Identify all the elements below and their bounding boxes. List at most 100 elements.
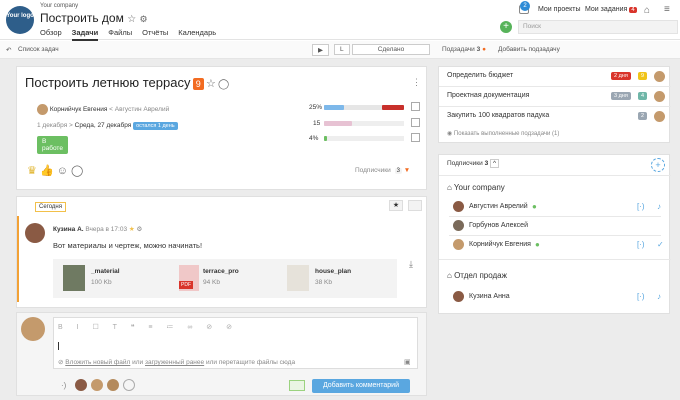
subtasks-label: Подзадачи 3 ● — [442, 46, 487, 53]
bookmark-icon[interactable]: ⌂ — [644, 5, 650, 16]
file-thumbnail[interactable] — [287, 265, 309, 291]
star-icon[interactable]: ★ — [129, 226, 135, 233]
my-tasks-link[interactable]: Мои задания 4 — [585, 6, 637, 13]
back-icon[interactable]: ↶ — [6, 46, 11, 54]
tab-files[interactable]: Файлы — [108, 28, 132, 41]
add-person-icon[interactable] — [123, 379, 135, 391]
edit-icon[interactable] — [411, 133, 420, 142]
play-button[interactable]: ▶ — [312, 44, 329, 56]
budget-bar — [324, 136, 328, 141]
date-separator: Сегодня — [35, 202, 66, 212]
more-icon[interactable]: ⋮ — [412, 77, 421, 88]
hours-label: 15 — [313, 120, 321, 127]
add-button[interactable]: + — [500, 21, 512, 33]
file-thumbnail[interactable] — [63, 265, 85, 291]
progress-track — [324, 105, 404, 110]
tab-overview[interactable]: Обзор — [40, 28, 62, 41]
gallery-icon[interactable]: ▣ — [404, 358, 411, 366]
subscribers-link[interactable]: Подписчики 3 ▼ — [355, 167, 410, 174]
thumbs-up-icon[interactable]: 👍 — [40, 165, 54, 177]
eye-icon: ◉ — [447, 131, 453, 137]
subscribers-header: Подписчики 3 ^ — [447, 159, 500, 168]
remaining-badge: остался 1 день — [133, 122, 178, 130]
assignee-name[interactable]: Корнийчук Евгения — [50, 106, 108, 113]
gear-icon[interactable]: ⚙ — [140, 14, 148, 24]
tab-tasks[interactable]: Задачи — [71, 28, 99, 41]
count-badge: 2 — [638, 112, 648, 120]
subtask-row[interactable]: Закупить 100 квадратов падука 2 — [439, 107, 671, 125]
add-subscriber-icon[interactable]: + — [651, 158, 665, 172]
progress-bar — [324, 105, 344, 110]
avatar — [21, 317, 45, 341]
status-badge[interactable]: В работе — [37, 136, 68, 154]
download-icon[interactable]: ⤓ — [409, 259, 413, 270]
author-name[interactable]: Августин Аврелий — [115, 106, 169, 113]
unread-marker — [17, 216, 19, 302]
calendar-icon[interactable] — [411, 102, 420, 111]
timer-icon[interactable] — [411, 118, 420, 127]
avatar — [25, 223, 45, 243]
subscriber-row[interactable]: Августин Аврелий ● [·) ♪ — [439, 199, 671, 215]
attach-uploaded-link[interactable]: загруженный ранее — [145, 359, 204, 366]
trophy-icon[interactable]: ♛ — [27, 165, 37, 177]
add-subtask-link[interactable]: Добавить подзадачу — [498, 46, 560, 53]
chat-icon[interactable]: ◯ — [71, 165, 83, 177]
subtask-row[interactable]: Проектная документация 3 дня 4 — [439, 87, 671, 105]
attach-new-link[interactable]: Вложить новый файл — [65, 359, 130, 366]
app-header: Your logo Your company Построить дом ☆ ⚙… — [0, 0, 680, 41]
reactions: ♛ 👍 ☺ ◯ — [27, 164, 83, 177]
mention-icon[interactable]: ·) — [61, 381, 66, 390]
collapse-icon[interactable]: ^ — [490, 159, 500, 168]
home-icon: ⌂ — [447, 271, 452, 280]
add-comment-button[interactable]: Добавить комментарий — [312, 379, 410, 393]
file-name[interactable]: house_plan — [315, 268, 351, 275]
end-date[interactable]: Среда, 27 декабря — [75, 122, 132, 129]
start-date[interactable]: 1 декабря — [37, 122, 67, 129]
project-nav: Обзор Задачи Файлы Отчёты Календарь — [40, 28, 216, 41]
subscriber-row[interactable]: Корнийчук Евгения ● [·) ✓ — [439, 237, 671, 253]
bell-icon: ♪ — [657, 292, 661, 301]
menu-icon[interactable]: ≡ — [664, 4, 670, 15]
tab-reports[interactable]: Отчёты — [142, 28, 168, 41]
avatar — [654, 91, 665, 102]
gear-icon[interactable]: ⚙ — [137, 226, 143, 233]
file-name[interactable]: terrace_pro — [203, 268, 239, 275]
formatting-toolbar[interactable]: B I ☐ T ❝ ≡ ≔ ∞ ⊘ ⊘ — [58, 323, 238, 331]
task-toolbar: ↶ Список задач ▶ L Сделано Подзадачи 3 ●… — [0, 41, 680, 59]
avatar[interactable] — [91, 379, 103, 391]
show-completed-link[interactable]: ◉ Показать выполненные подзадачи (1) — [447, 130, 559, 137]
company-logo[interactable]: Your logo — [6, 6, 34, 34]
file-filter-button[interactable] — [408, 200, 422, 211]
file-name[interactable]: _material — [91, 268, 120, 275]
editor-box[interactable]: B I ☐ T ❝ ≡ ≔ ∞ ⊘ ⊘ ⊘ Вложить новый файл… — [53, 317, 418, 369]
search-input[interactable]: Поиск — [518, 20, 678, 34]
subscriber-row[interactable]: Кузина Анна [·) ♪ — [439, 289, 671, 305]
smile-icon[interactable]: ☺ — [57, 165, 68, 177]
my-projects-link[interactable]: Мои проекты — [538, 6, 581, 13]
text-cursor — [58, 342, 59, 350]
comment-author[interactable]: Кузина А. — [53, 226, 84, 233]
avatar[interactable] — [75, 379, 87, 391]
notifications-badge: 2 — [520, 1, 530, 11]
bell-icon: ♪ — [657, 202, 661, 211]
avatar — [654, 71, 665, 82]
deadline-badge: 3 дня — [611, 92, 631, 100]
company-name[interactable]: Your company — [40, 3, 78, 9]
star-filter-button[interactable]: ★ — [389, 200, 403, 211]
pdf-icon[interactable]: PDF — [179, 265, 199, 291]
tab-calendar[interactable]: Календарь — [178, 28, 216, 41]
avatar[interactable] — [107, 379, 119, 391]
attach-row: ⊘ Вложить новый файл или загруженный ран… — [58, 359, 296, 366]
task-list-link[interactable]: Список задач — [18, 46, 59, 53]
comment-time[interactable]: Вчера в 17:03 — [85, 226, 127, 233]
avatar — [37, 104, 48, 115]
star-icon[interactable]: ☆ — [127, 14, 136, 25]
timer-button[interactable]: L — [334, 44, 350, 55]
star-icon[interactable]: ☆ — [206, 78, 216, 90]
subscriber-row[interactable]: Горбунов Алексей — [439, 218, 671, 234]
comment-icon[interactable]: ◯ — [218, 79, 229, 90]
subtask-row[interactable]: Определить бюджет 2 дня 9 — [439, 67, 671, 85]
lock-icon[interactable] — [289, 380, 305, 391]
done-button[interactable]: Сделано — [352, 44, 430, 55]
task-card: Построить летнюю террасу 9 ☆ ◯ ⋮ Корнийч… — [16, 66, 427, 190]
